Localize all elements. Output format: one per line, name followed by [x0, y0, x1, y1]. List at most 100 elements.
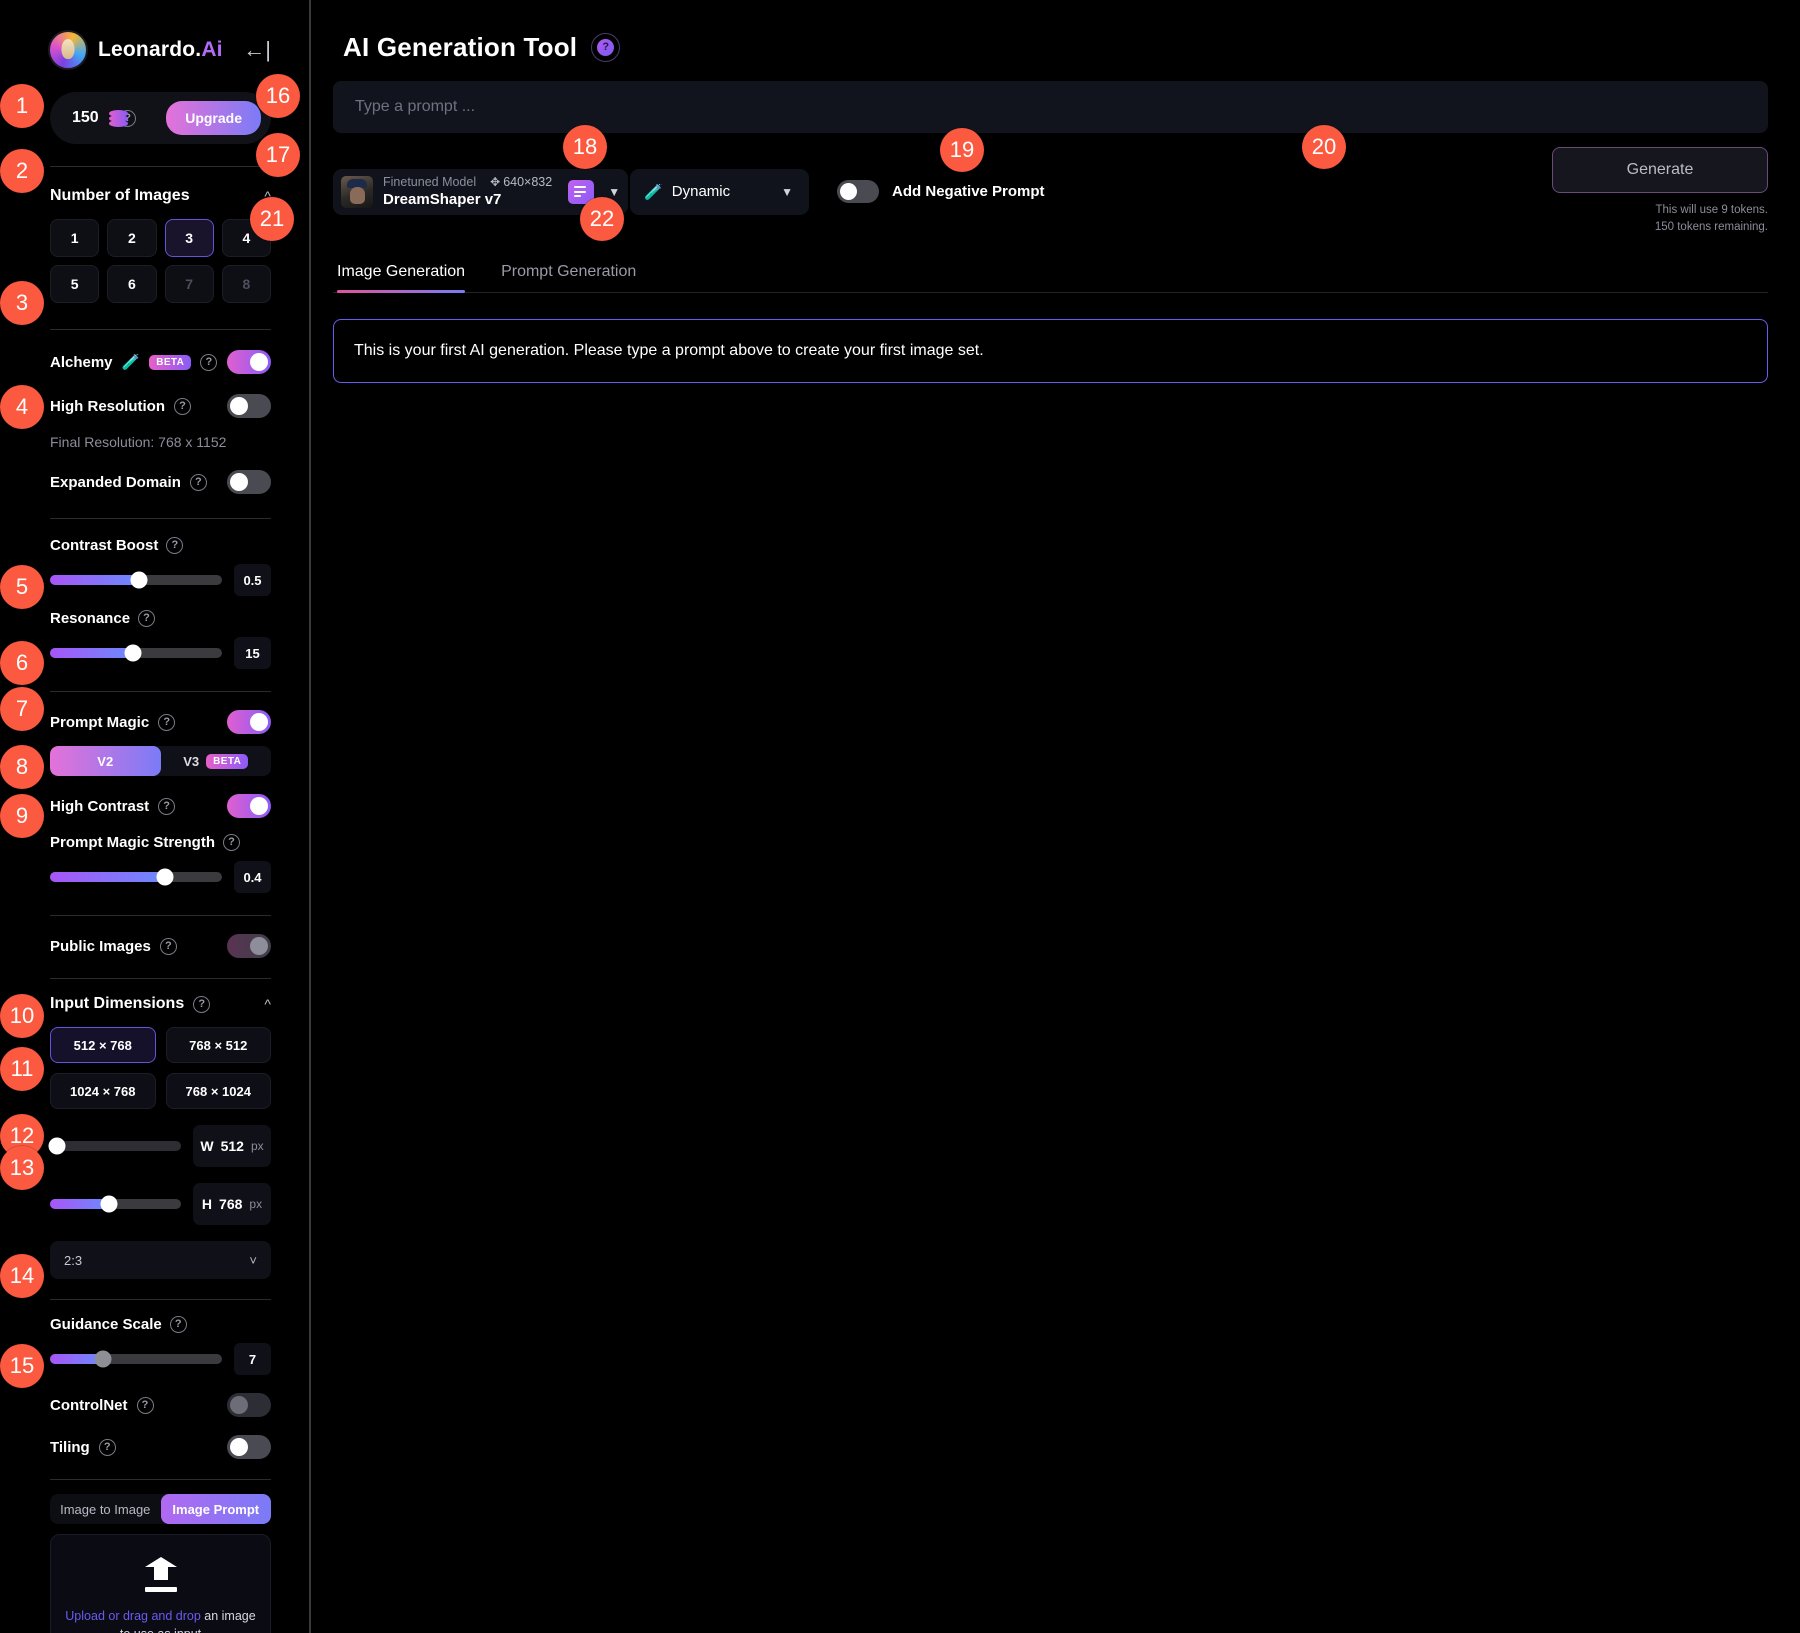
prompt-magic-strength-slider-row: 0.4: [50, 861, 271, 893]
number-of-images-header[interactable]: Number of Images ^: [50, 167, 271, 205]
app-root: Leonardo.Ai ←| 150 ? Upgrade Number of I…: [0, 0, 1800, 1633]
resonance-help-icon[interactable]: ?: [138, 610, 156, 627]
prompt-magic-v3[interactable]: V3 BETA: [161, 746, 272, 776]
tiling-toggle[interactable]: [227, 1435, 271, 1459]
dimension-preset-1024x768[interactable]: 1024 × 768: [50, 1073, 156, 1109]
num-images-2[interactable]: 2: [107, 219, 157, 257]
num-images-8[interactable]: 8: [221, 265, 271, 303]
preset-selector[interactable]: 🧪 Dynamic ▼: [630, 168, 810, 215]
public-images-row: Public Images ?: [50, 934, 271, 958]
brand-name-accent: Ai: [201, 38, 223, 61]
negative-prompt-toggle[interactable]: [837, 180, 880, 204]
width-row: W 512 px: [48, 1125, 271, 1167]
prompt-magic-strength-help-icon[interactable]: ?: [223, 834, 241, 851]
generate-section: Generate This will use 9 tokens. 150 tok…: [1552, 147, 1768, 237]
chevron-down-icon[interactable]: ▼: [608, 185, 620, 199]
public-images-label: Public Images: [50, 937, 151, 955]
generation-toolbar: Finetuned Model ✥ 640×832 DreamShaper v7 …: [333, 147, 1768, 237]
upgrade-button[interactable]: Upgrade: [166, 101, 261, 135]
guidance-scale-value[interactable]: 7: [234, 1343, 271, 1375]
generate-button[interactable]: Generate: [1552, 147, 1768, 193]
aspect-ratio-select[interactable]: 2:3 ˅: [50, 1241, 271, 1279]
tab-prompt-generation[interactable]: Prompt Generation: [501, 263, 636, 292]
image-mode-segment: Image to Image Image Prompt: [50, 1494, 271, 1524]
collapse-sidebar-icon[interactable]: ←|: [243, 39, 271, 61]
model-kind-label: Finetuned Model: [383, 175, 477, 190]
page-help-icon[interactable]: ?: [591, 33, 621, 62]
tab-image-generation[interactable]: Image Generation: [337, 263, 466, 293]
model-name: DreamShaper v7: [383, 191, 502, 209]
resonance-label: Resonance: [50, 610, 131, 627]
annotation-badge-16: 16: [256, 74, 300, 118]
annotation-badge-11: 11: [0, 1047, 44, 1091]
resonance-value[interactable]: 15: [234, 637, 271, 669]
annotation-badge-6: 6: [0, 641, 44, 685]
high-contrast-toggle[interactable]: [227, 794, 271, 818]
annotation-badge-17: 17: [256, 133, 300, 177]
high-contrast-row: High Contrast ?: [50, 794, 271, 818]
input-dimensions-help-icon[interactable]: ?: [193, 995, 211, 1013]
guidance-scale-label-row: Guidance Scale ?: [50, 1316, 271, 1333]
num-images-7[interactable]: 7: [164, 265, 214, 303]
controlnet-toggle[interactable]: [227, 1393, 271, 1417]
resonance-slider[interactable]: [50, 644, 222, 662]
guidance-scale-slider[interactable]: [50, 1350, 222, 1368]
prompt-magic-strength-value[interactable]: 0.4: [234, 861, 271, 893]
public-images-toggle[interactable]: [227, 934, 271, 958]
alchemy-toggle[interactable]: [227, 350, 271, 374]
width-unit: px: [250, 1139, 264, 1153]
width-slider[interactable]: [48, 1137, 181, 1155]
dimension-preset-768x512[interactable]: 768 × 512: [165, 1027, 271, 1063]
annotation-badge-10: 10: [0, 994, 44, 1038]
contrast-boost-value[interactable]: 0.5: [234, 564, 271, 596]
height-field[interactable]: H 768 px: [193, 1183, 271, 1225]
height-slider[interactable]: [50, 1195, 181, 1213]
expanded-domain-label: Expanded Domain: [50, 473, 181, 491]
prompt-magic-toggle[interactable]: [227, 710, 271, 734]
brand[interactable]: Leonardo.Ai ←|: [48, 0, 271, 70]
prompt-input[interactable]: Type a prompt ...: [333, 81, 1768, 133]
prompt-magic-v2[interactable]: V2: [50, 746, 161, 776]
high-contrast-label: High Contrast: [50, 797, 150, 815]
num-images-5[interactable]: 5: [50, 265, 100, 303]
move-icon: ✥: [490, 175, 501, 190]
annotation-badge-8: 8: [0, 745, 44, 789]
image-to-image-tab[interactable]: Image to Image: [50, 1494, 161, 1524]
num-images-1[interactable]: 1: [50, 219, 100, 257]
contrast-boost-help-icon[interactable]: ?: [166, 537, 184, 554]
image-prompt-tab[interactable]: Image Prompt: [160, 1494, 271, 1524]
expanded-domain-toggle[interactable]: [227, 470, 271, 494]
prompt-placeholder: Type a prompt ...: [355, 98, 476, 115]
high-resolution-help-icon[interactable]: ?: [174, 397, 191, 415]
expanded-domain-help-icon[interactable]: ?: [189, 473, 207, 491]
high-contrast-help-icon[interactable]: ?: [158, 797, 176, 815]
width-field[interactable]: W 512 px: [193, 1125, 271, 1167]
input-dimensions-header[interactable]: Input Dimensions ? ^: [50, 979, 271, 1013]
contrast-boost-slider[interactable]: [50, 571, 222, 589]
aspect-ratio-value: 2:3: [64, 1252, 83, 1268]
dimension-preset-768x1024[interactable]: 768 × 1024: [165, 1073, 271, 1109]
high-resolution-toggle[interactable]: [227, 394, 271, 418]
tiling-label: Tiling: [50, 1438, 90, 1456]
chevron-up-icon[interactable]: ^: [264, 996, 271, 1012]
dimension-preset-512x768[interactable]: 512 × 768: [50, 1027, 156, 1063]
prompt-magic-label: Prompt Magic: [50, 713, 150, 731]
annotation-badge-13: 13: [0, 1146, 44, 1190]
controlnet-help-icon[interactable]: ?: [136, 1396, 154, 1414]
upload-link[interactable]: Upload or drag and drop: [65, 1609, 201, 1623]
prompt-magic-help-icon[interactable]: ?: [158, 713, 176, 731]
prompt-magic-strength-slider[interactable]: [50, 868, 222, 886]
num-images-6[interactable]: 6: [107, 265, 157, 303]
alchemy-help-icon[interactable]: ?: [200, 353, 218, 371]
guidance-scale-help-icon[interactable]: ?: [169, 1316, 187, 1333]
preset-label: Dynamic: [671, 183, 731, 201]
num-images-3[interactable]: 3: [164, 219, 214, 257]
chevron-down-icon[interactable]: ▼: [781, 185, 793, 199]
token-note-line2: 150 tokens remaining.: [1654, 221, 1768, 234]
model-meta: Finetuned Model ✥ 640×832 DreamShaper v7: [383, 175, 552, 208]
image-upload-dropzone[interactable]: Upload or drag and drop an image to use …: [50, 1534, 271, 1633]
public-images-help-icon[interactable]: ?: [159, 937, 177, 955]
tiling-help-icon[interactable]: ?: [98, 1438, 116, 1456]
divider: [50, 1299, 271, 1300]
prompt-magic-row: Prompt Magic ?: [50, 710, 271, 734]
